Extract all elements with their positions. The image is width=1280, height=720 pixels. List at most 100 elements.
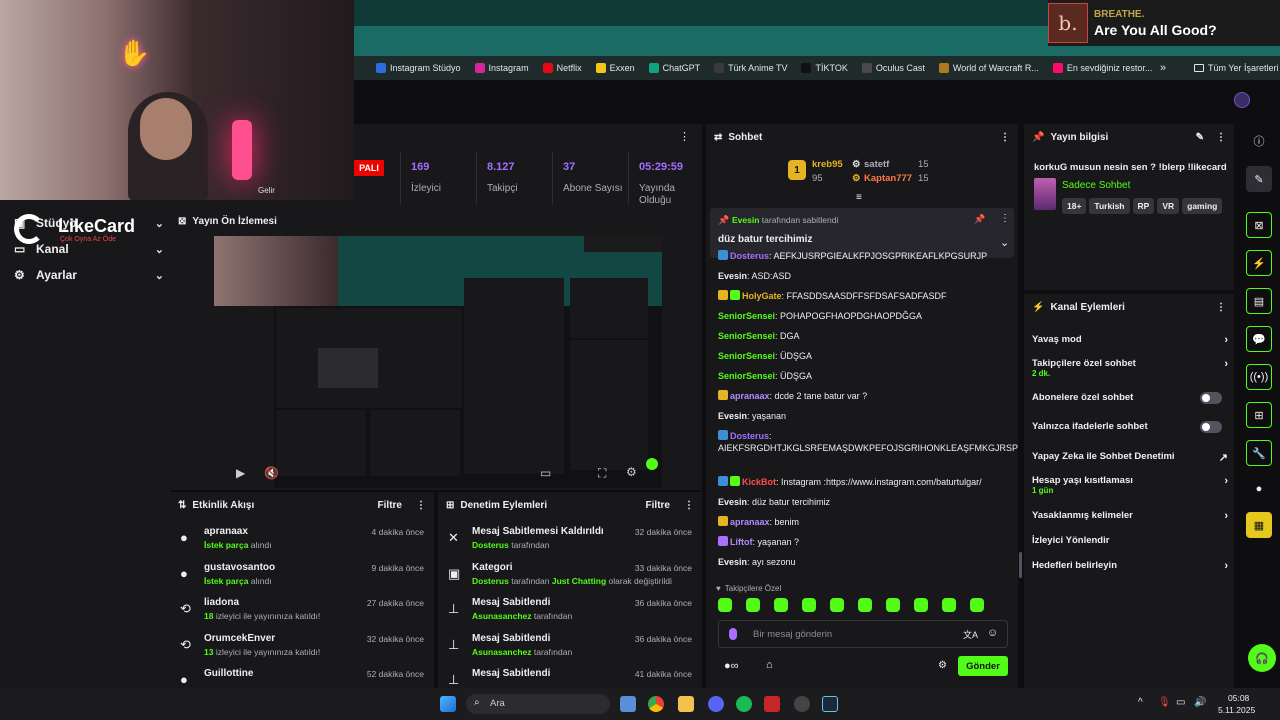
taskbar-date[interactable]: 5.11.2025	[1218, 705, 1255, 715]
channel-action-row[interactable]: Yalnızca ifadelerle sohbet	[1032, 421, 1228, 433]
chat-username[interactable]: SeniorSensei	[718, 331, 775, 341]
file-explorer-icon[interactable]	[678, 696, 694, 712]
volume-icon[interactable]: 🔊	[1194, 697, 1206, 708]
chat-username[interactable]: KickBot	[742, 477, 776, 487]
moderation-row[interactable]: ▣ Kategori Dosterus tarafından Just Chatti…	[438, 558, 702, 592]
activity-user[interactable]: gustavosantoo	[204, 562, 275, 573]
support-icon[interactable]: 🎧	[1248, 644, 1276, 672]
moderation-icon[interactable]: ⊞	[1246, 402, 1272, 428]
chat-username[interactable]: SeniorSensei	[718, 311, 775, 321]
channel-action-row[interactable]: Hedefleri belirleyin ›	[1032, 560, 1228, 572]
chat-message[interactable]: Dosterus: AIEKFSRGDHTJKGLSRFEMAŞDWKPEFOJ…	[718, 430, 1018, 454]
recorder-icon[interactable]	[764, 696, 780, 712]
chat-message[interactable]: Evesin: düz batur tercihimiz	[718, 496, 1014, 508]
edit-icon[interactable]: ✎	[1246, 166, 1272, 192]
chat-message[interactable]: KickBot: Instagram :https://www.instagra…	[718, 476, 1014, 488]
bookmark-item[interactable]: ChatGPT	[648, 63, 700, 73]
chat-username[interactable]: SeniorSensei	[718, 351, 775, 361]
bookmark-item[interactable]: En sevdiğiniz restor...	[1052, 63, 1152, 73]
emote-icon[interactable]	[858, 598, 872, 612]
chat-username[interactable]: Dosterus	[730, 251, 769, 261]
activity-user[interactable]: apranaax	[204, 526, 248, 537]
chat-message[interactable]: SeniorSensei: POHAPOGFHAOPDGHAOPDĞGA	[718, 310, 1014, 322]
bookmark-item[interactable]: TİKTOK	[801, 63, 848, 73]
bookmark-item[interactable]: Oculus Cast	[861, 63, 925, 73]
emote-icon[interactable]	[746, 598, 760, 612]
discord-icon[interactable]	[708, 696, 724, 712]
nav-settings[interactable]: ⚙ Ayarlar ⌄	[14, 268, 164, 282]
profile-avatar[interactable]	[1234, 92, 1250, 108]
chat-message[interactable]: apranaax: benim	[718, 516, 1014, 528]
chat-bubble-icon[interactable]: 💬	[1246, 326, 1272, 352]
chat-username[interactable]: SeniorSensei	[718, 371, 775, 381]
channel-action-row[interactable]: Yapay Zeka ile Sohbet Denetimi ↗	[1032, 451, 1228, 464]
bookmark-item[interactable]: Türk Anime TV	[714, 63, 787, 73]
spotify-icon[interactable]	[736, 696, 752, 712]
stream-category[interactable]: Sadece Sohbet	[1062, 180, 1130, 191]
settings-icon[interactable]: ⚙	[626, 465, 637, 479]
task-view-icon[interactable]	[620, 696, 636, 712]
steam-icon[interactable]	[822, 696, 838, 712]
chat-message[interactable]: Dosterus: AEFKJUSRPGIEALKFPJOSGPRIKEAFLK…	[718, 250, 1014, 262]
edit-icon[interactable]: ✎	[1196, 132, 1204, 143]
all-bookmarks-button[interactable]: Tüm Yer İşaretleri	[1194, 63, 1279, 73]
more-options-icon[interactable]: ⋮	[416, 500, 426, 511]
chat-username[interactable]: Liftof	[730, 537, 753, 547]
microphone-tray-icon[interactable]: 🎙	[1158, 697, 1171, 708]
stream-tag[interactable]: VR	[1157, 198, 1180, 214]
lightning-icon[interactable]: ⚡	[1246, 250, 1272, 276]
bookmark-item[interactable]: Netflix	[542, 63, 582, 73]
category-thumbnail[interactable]	[1034, 178, 1056, 210]
activity-row[interactable]: ⟲ liadona 18 izleyici ile yayınınıza katıl…	[170, 593, 434, 627]
settings-icon[interactable]: ⚙	[938, 660, 947, 671]
activity-user[interactable]: liadona	[204, 597, 239, 608]
now-playing-notification[interactable]: b. BREATHE. Are You All Good?	[1048, 0, 1280, 46]
moderation-user[interactable]: Dosterus	[472, 576, 509, 586]
emote-icon[interactable]	[830, 598, 844, 612]
bookmark-item[interactable]: Exxen	[595, 63, 635, 73]
chat-username[interactable]: Evesin	[718, 411, 747, 421]
channel-action-row[interactable]: Takipçilere özel sohbet 2 dk. ›	[1032, 358, 1228, 378]
microphone-icon[interactable]	[729, 628, 737, 640]
theater-icon[interactable]: ▭	[540, 466, 551, 480]
activity-user[interactable]: OrumcekEnver	[204, 633, 275, 644]
toggle-switch[interactable]	[1200, 421, 1222, 433]
more-options-icon[interactable]: ⋮	[1000, 213, 1010, 224]
chat-message[interactable]: SeniorSensei: DGA	[718, 330, 1014, 342]
chat-message[interactable]: HolyGate: FFASDDSAASDFFSFDSAFSADFASDF	[718, 290, 1014, 302]
broadcast-icon[interactable]: ((•))	[1246, 364, 1272, 390]
moderation-user[interactable]: Asunasanchez	[472, 647, 532, 657]
tray-chevron-icon[interactable]: ^	[1138, 697, 1143, 708]
moderation-row[interactable]: ✕ Mesaj Sabitlemesi Kaldırıldı Dosterus ta…	[438, 522, 702, 556]
emote-icon[interactable]	[970, 598, 984, 612]
collapse-leaderboard-icon[interactable]: ≡	[856, 192, 862, 203]
start-icon[interactable]	[440, 696, 456, 712]
emote-icon[interactable]	[886, 598, 900, 612]
more-options-icon[interactable]: ⋮	[1216, 132, 1226, 143]
channel-action-row[interactable]: İzleyici Yönlendir	[1032, 535, 1228, 546]
chat-message[interactable]: Liftof: yaşanan ?	[718, 536, 1014, 548]
moderation-row[interactable]: ⊥ Mesaj Sabitlendi Asunasanchez tarafından…	[438, 629, 702, 663]
emote-icon[interactable]	[718, 598, 732, 612]
activity-filter-button[interactable]: Filtre	[378, 500, 402, 511]
info-icon[interactable]: ⓘ	[1246, 128, 1272, 154]
stream-tag[interactable]: Turkish	[1089, 198, 1130, 214]
chat-message[interactable]: apranaax: dcde 2 tane batur var ?	[718, 390, 1014, 402]
activity-row[interactable]: ⟲ OrumcekEnver 13 izleyici ile yayınınıza …	[170, 629, 434, 663]
chat-message[interactable]: SeniorSensei: ÜDŞGA	[718, 350, 1014, 362]
activity-user[interactable]: Guillottine	[204, 668, 253, 679]
chat-username[interactable]: apranaax	[730, 517, 770, 527]
chevron-down-icon[interactable]: ⌄	[1000, 236, 1009, 249]
activity-row[interactable]: ● apranaax İstek parça alındı 4 dakika önce	[170, 522, 434, 556]
more-options-icon[interactable]: ⋮	[1216, 302, 1226, 313]
translate-icon[interactable]: 文A	[963, 628, 978, 641]
preview-icon[interactable]: ⊠	[1246, 212, 1272, 238]
emote-icon[interactable]	[774, 598, 788, 612]
moderation-filter-button[interactable]: Filtre	[646, 500, 670, 511]
chat-username[interactable]: Evesin	[718, 497, 747, 507]
chat-scrollbar[interactable]	[1019, 552, 1022, 578]
mute-icon[interactable]: 🔇	[264, 466, 279, 480]
emote-icon[interactable]	[802, 598, 816, 612]
channel-action-row[interactable]: Yasaklanmış kelimeler ›	[1032, 510, 1228, 522]
preview-video[interactable]: ▶ 🔇 ▭ ⛶ ⚙	[214, 236, 662, 488]
